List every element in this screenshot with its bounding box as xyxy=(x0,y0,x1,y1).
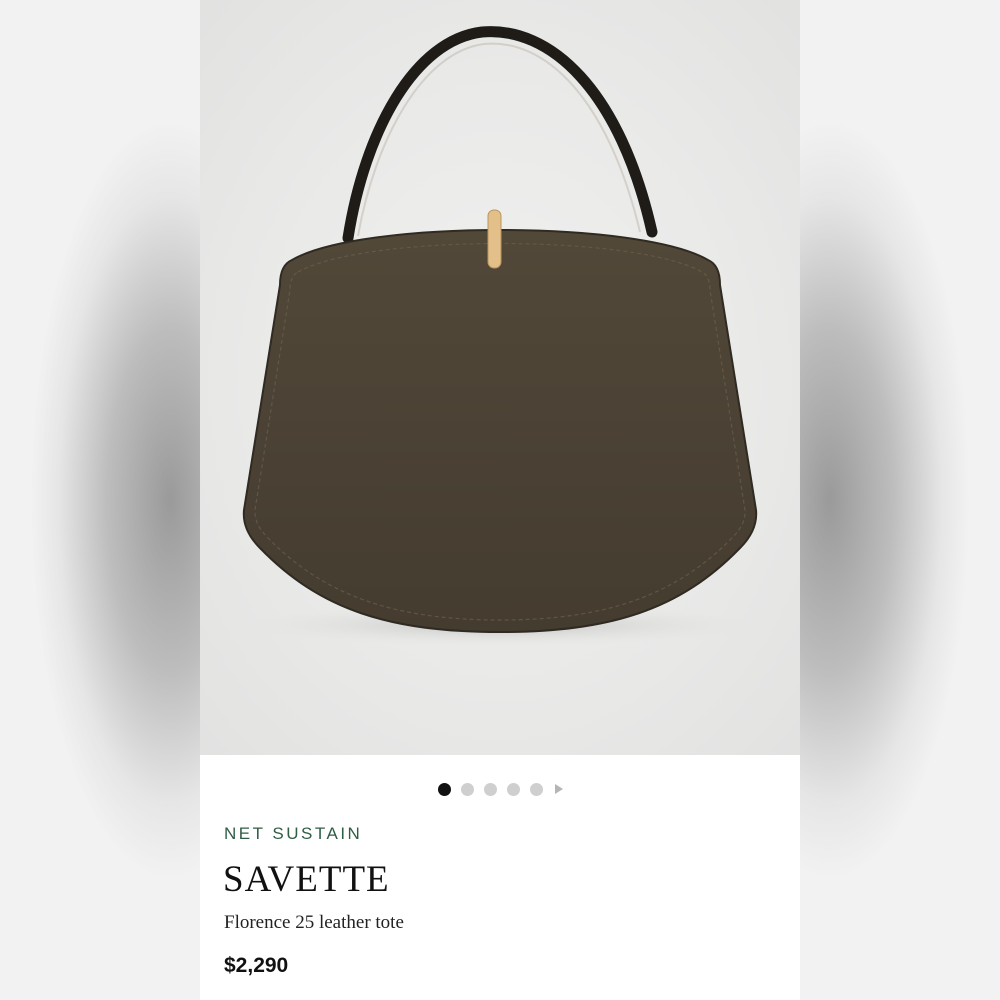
carousel-dot-3[interactable] xyxy=(483,782,497,796)
product-card: NET SUSTAIN SAVETTE Florence 25 leather … xyxy=(200,0,800,1000)
carousel-pagination xyxy=(200,780,800,798)
carousel-dot-5[interactable] xyxy=(529,782,543,796)
carousel-dot-1[interactable] xyxy=(437,782,451,796)
carousel-dot-4[interactable] xyxy=(506,782,520,796)
product-price: $2,290 xyxy=(224,954,289,977)
brand-name[interactable]: SAVETTE xyxy=(223,858,390,901)
sustain-tag: NET SUSTAIN xyxy=(224,824,363,843)
carousel-next-icon[interactable] xyxy=(554,784,563,794)
product-name[interactable]: Florence 25 leather tote xyxy=(224,912,404,934)
background-right xyxy=(800,0,1000,1000)
gold-clasp xyxy=(487,209,502,269)
product-image[interactable] xyxy=(200,0,800,755)
bag-body xyxy=(242,229,758,634)
handbag-illustration xyxy=(230,26,770,647)
background-left xyxy=(0,0,200,1000)
carousel-dot-2[interactable] xyxy=(460,782,474,796)
